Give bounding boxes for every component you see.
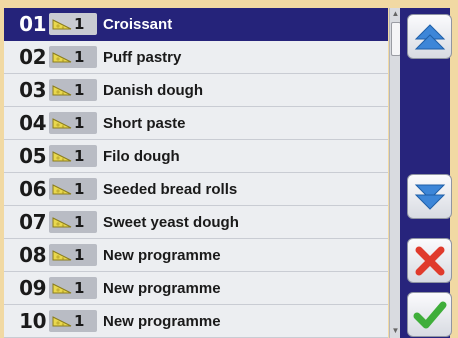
programme-number: 04 — [19, 111, 46, 135]
cheese-wedge-icon — [52, 118, 72, 129]
programme-row[interactable]: 07 1 Sweet yeast dough — [4, 206, 388, 239]
programme-list: 01 1 Croissant 02 1 Puff pastry 03 1 Dan… — [4, 8, 388, 338]
programme-name: Croissant — [103, 15, 173, 33]
programme-level: 1 — [74, 81, 85, 99]
programme-row[interactable]: 10 1 New programme — [4, 305, 388, 338]
programme-tag: 1 — [49, 244, 97, 266]
programme-number: 10 — [19, 309, 46, 333]
programme-row[interactable]: 09 1 New programme — [4, 272, 388, 305]
programme-tag: 1 — [49, 277, 97, 299]
programme-row[interactable]: 04 1 Short paste — [4, 107, 388, 140]
cheese-wedge-icon — [52, 217, 72, 228]
close-x-icon — [415, 246, 444, 275]
programme-tag: 1 — [49, 145, 97, 167]
arrow-down-icon — [414, 184, 445, 210]
programme-number: 08 — [19, 243, 46, 267]
programme-row[interactable]: 01 1 Croissant — [4, 8, 388, 41]
programme-number: 06 — [19, 177, 46, 201]
programme-row[interactable]: 02 1 Puff pastry — [4, 41, 388, 74]
programme-level: 1 — [74, 312, 85, 330]
programme-level: 1 — [74, 246, 85, 264]
cheese-wedge-icon — [52, 283, 72, 294]
programme-name: New programme — [103, 312, 221, 330]
programme-tag: 1 — [49, 178, 97, 200]
programme-level: 1 — [74, 114, 85, 132]
programme-tag: 1 — [49, 211, 97, 233]
programme-level: 1 — [74, 180, 85, 198]
programme-level: 1 — [74, 48, 85, 66]
programme-name: Short paste — [103, 114, 186, 132]
programme-name: Filo dough — [103, 147, 180, 165]
programme-row[interactable]: 06 1 Seeded bread rolls — [4, 173, 388, 206]
programme-tag: 1 — [49, 79, 97, 101]
programme-name: Danish dough — [103, 81, 203, 99]
programme-number: 01 — [19, 12, 46, 36]
programme-tag: 1 — [49, 112, 97, 134]
programme-row[interactable]: 08 1 New programme — [4, 239, 388, 272]
cheese-wedge-icon — [52, 184, 72, 195]
programme-level: 1 — [74, 279, 85, 297]
cheese-wedge-icon — [52, 250, 72, 261]
programme-name: New programme — [103, 246, 221, 264]
programme-tag: 1 — [49, 13, 97, 35]
cheese-wedge-icon — [52, 316, 72, 327]
programme-number: 05 — [19, 144, 46, 168]
programme-name: Seeded bread rolls — [103, 180, 238, 198]
programme-row[interactable]: 05 1 Filo dough — [4, 140, 388, 173]
programme-number: 03 — [19, 78, 46, 102]
programme-row[interactable]: 03 1 Danish dough — [4, 74, 388, 107]
programme-number: 07 — [19, 210, 46, 234]
arrow-up-icon — [414, 23, 445, 49]
programme-level: 1 — [74, 213, 85, 231]
scrollbar-up-arrow-icon[interactable]: ▲ — [391, 9, 400, 19]
cheese-wedge-icon — [52, 19, 72, 30]
programme-level: 1 — [74, 147, 85, 165]
confirm-button[interactable] — [407, 292, 452, 337]
programme-name: Puff pastry — [103, 48, 182, 66]
scroll-down-button[interactable] — [407, 174, 452, 219]
cheese-wedge-icon — [52, 85, 72, 96]
programme-tag: 1 — [49, 310, 97, 332]
checkmark-icon — [413, 301, 446, 328]
programme-tag: 1 — [49, 46, 97, 68]
cancel-button[interactable] — [407, 238, 452, 283]
programme-number: 02 — [19, 45, 46, 69]
programme-name: Sweet yeast dough — [103, 213, 239, 231]
scrollbar-down-arrow-icon[interactable]: ▼ — [391, 326, 400, 336]
programme-number: 09 — [19, 276, 46, 300]
programme-level: 1 — [74, 15, 85, 33]
programme-name: New programme — [103, 279, 221, 297]
cheese-wedge-icon — [52, 151, 72, 162]
scroll-up-button[interactable] — [407, 14, 452, 59]
cheese-wedge-icon — [52, 52, 72, 63]
